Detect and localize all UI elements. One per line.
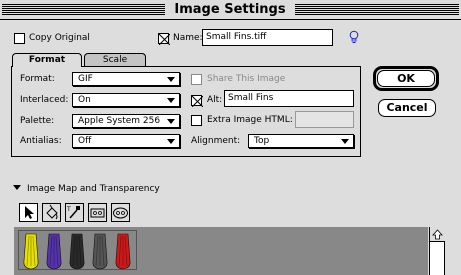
alt-checkbox-check-icon xyxy=(192,96,203,107)
extra-html-field[interactable] xyxy=(295,111,354,128)
eyedropper-button[interactable]: T xyxy=(65,203,84,222)
svg-text:T: T xyxy=(66,206,71,213)
fin-shape xyxy=(46,233,62,270)
name-checkbox[interactable] xyxy=(158,33,170,45)
name-label: Name: xyxy=(173,33,203,43)
interlaced-popup[interactable]: On xyxy=(72,93,180,107)
name-checkbox-check-icon xyxy=(159,34,170,45)
oval-map-icon xyxy=(113,207,128,219)
tab-format[interactable]: Format xyxy=(12,53,82,67)
copy-original-label: Copy Original xyxy=(29,33,90,43)
paint-bucket-icon xyxy=(46,204,58,220)
image-selection[interactable] xyxy=(18,230,137,270)
chevron-down-icon xyxy=(167,119,175,124)
chevron-down-icon xyxy=(167,139,175,144)
scroll-up-button[interactable] xyxy=(430,227,445,242)
cancel-button[interactable]: Cancel xyxy=(378,99,436,117)
copy-original-checkbox[interactable] xyxy=(14,33,25,44)
antialias-label: Antialias: xyxy=(20,136,62,146)
disclosure-triangle-icon[interactable] xyxy=(13,185,21,190)
extra-html-label: Extra Image HTML: xyxy=(207,115,293,125)
palette-popup-value: Apple System 256 xyxy=(78,116,161,126)
extra-html-checkbox[interactable] xyxy=(191,115,202,126)
fin-shape xyxy=(115,233,131,270)
name-field[interactable]: Small Fins.tiff xyxy=(202,29,333,46)
chevron-down-icon xyxy=(167,98,175,103)
alignment-popup[interactable]: Top xyxy=(248,134,354,148)
fin-shape xyxy=(69,233,85,270)
lightbulb-icon[interactable] xyxy=(349,30,359,44)
palette-label: Palette: xyxy=(20,116,55,126)
ok-button[interactable]: OK xyxy=(377,70,435,87)
alt-label: Alt: xyxy=(207,95,223,105)
share-image-checkbox[interactable] xyxy=(191,74,202,85)
title-bar[interactable]: Image Settings xyxy=(0,0,461,20)
arrow-tool-icon xyxy=(25,206,34,219)
alt-field[interactable]: Small Fins xyxy=(224,90,354,107)
format-label: Format: xyxy=(20,74,55,84)
fin-shape xyxy=(23,233,39,270)
fin-shape xyxy=(92,233,108,270)
chevron-down-icon xyxy=(341,139,349,144)
alignment-popup-value: Top xyxy=(254,136,270,146)
arrow-tool-button[interactable] xyxy=(19,203,38,222)
antialias-popup-value: Off xyxy=(78,136,92,146)
vertical-scrollbar[interactable] xyxy=(429,227,445,275)
alt-checkbox[interactable] xyxy=(191,95,203,107)
fins-image xyxy=(23,233,131,270)
format-popup-value: GIF xyxy=(78,74,93,84)
paint-bucket-button[interactable] xyxy=(42,203,61,222)
rectangle-map-button[interactable] xyxy=(88,203,107,222)
format-popup[interactable]: GIF xyxy=(72,72,180,86)
antialias-popup[interactable]: Off xyxy=(72,134,180,148)
oval-map-button[interactable] xyxy=(111,203,130,222)
tab-scale[interactable]: Scale xyxy=(84,53,146,67)
interlaced-label: Interlaced: xyxy=(20,95,69,105)
rectangle-map-icon xyxy=(90,208,105,218)
scroll-up-arrow-icon xyxy=(432,229,443,240)
share-image-label: Share This Image xyxy=(207,74,286,84)
eyedropper-icon: T xyxy=(66,206,80,219)
window-title: Image Settings xyxy=(165,1,295,19)
chevron-down-icon xyxy=(167,77,175,82)
interlaced-popup-value: On xyxy=(78,95,91,105)
palette-popup[interactable]: Apple System 256 xyxy=(72,114,180,128)
alignment-label: Alignment: xyxy=(191,136,241,146)
image-map-label: Image Map and Transparency xyxy=(27,184,160,194)
